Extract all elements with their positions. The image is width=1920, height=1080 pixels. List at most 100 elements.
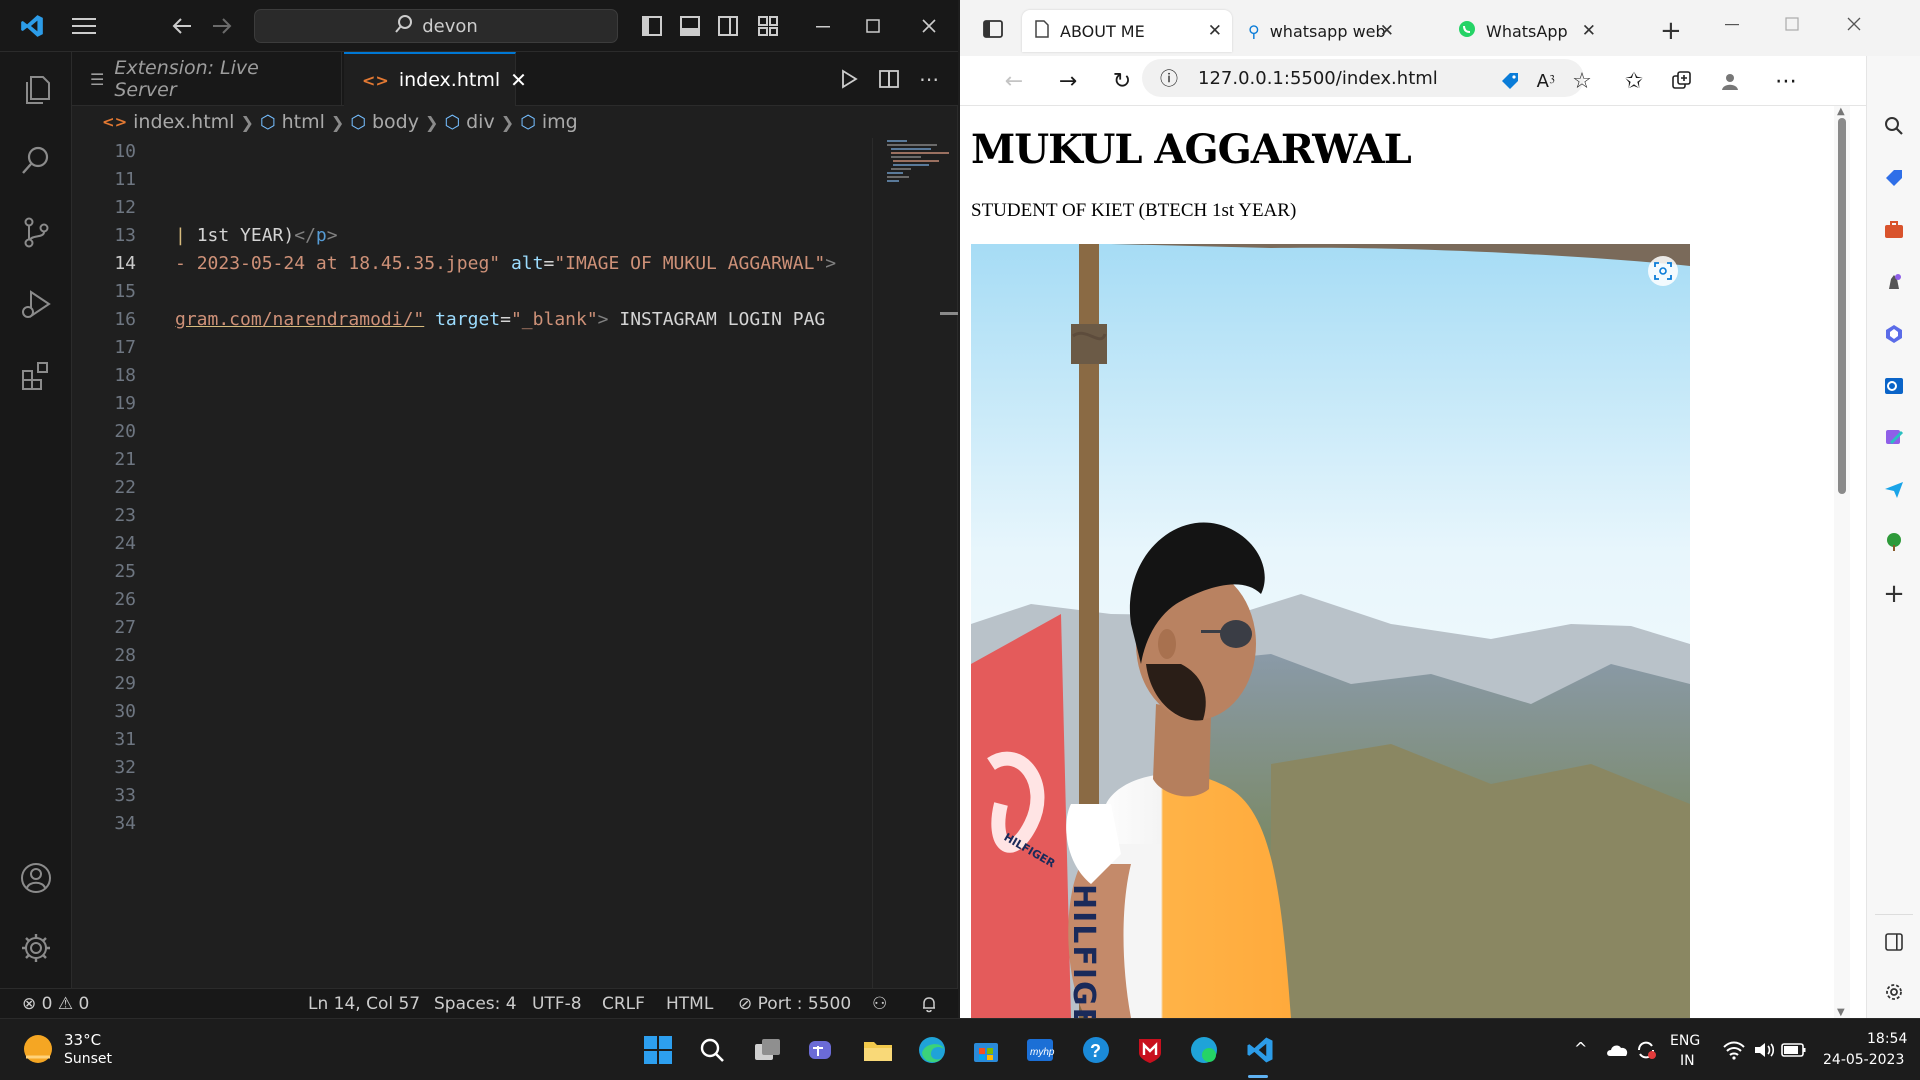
start-windows-icon[interactable] bbox=[640, 1032, 676, 1068]
teams-chat-icon[interactable] bbox=[804, 1032, 840, 1068]
visual-search-icon[interactable] bbox=[1648, 256, 1678, 286]
minimize-icon[interactable] bbox=[800, 0, 846, 52]
weather-sun-icon[interactable] bbox=[20, 1031, 60, 1071]
accounts-icon[interactable] bbox=[12, 854, 60, 902]
tab-actions-icon[interactable] bbox=[982, 18, 1006, 42]
tab-close-icon[interactable]: ✕ bbox=[510, 68, 527, 92]
tab-close-icon[interactable]: ✕ bbox=[1208, 21, 1222, 41]
task-view-icon[interactable] bbox=[750, 1032, 786, 1068]
whatsapp-edge-app-icon[interactable] bbox=[1186, 1032, 1222, 1068]
scroll-down-arrow-icon[interactable]: ▼ bbox=[1837, 1007, 1845, 1018]
region-indicator[interactable]: IN bbox=[1680, 1053, 1695, 1069]
explorer-icon[interactable] bbox=[12, 66, 60, 114]
edge-browser-icon[interactable] bbox=[914, 1032, 950, 1068]
notifications-bell-icon[interactable] bbox=[920, 989, 938, 1019]
refresh-icon[interactable]: ↻ bbox=[1102, 56, 1142, 106]
forward-arrow-icon[interactable] bbox=[206, 0, 238, 52]
read-aloud-icon[interactable]: A⁳ bbox=[1526, 56, 1566, 106]
language-indicator[interactable]: ENG bbox=[1670, 1033, 1700, 1049]
settings-gear-icon[interactable] bbox=[12, 924, 60, 972]
toggle-panel-icon[interactable] bbox=[676, 0, 704, 52]
close-icon[interactable] bbox=[1846, 16, 1870, 36]
designer-icon[interactable] bbox=[1880, 424, 1908, 452]
tab-close-icon[interactable]: ✕ bbox=[1380, 21, 1394, 41]
encoding[interactable]: UTF-8 bbox=[532, 989, 582, 1019]
sync-icon[interactable] bbox=[1628, 1032, 1664, 1068]
collections-icon[interactable] bbox=[1662, 56, 1702, 106]
help-icon[interactable]: ? bbox=[1078, 1032, 1114, 1068]
send-icon[interactable] bbox=[1880, 476, 1908, 504]
tab-whatsapp[interactable]: WhatsApp ✕ bbox=[1446, 10, 1606, 52]
tab-about-me[interactable]: ABOUT ME ✕ bbox=[1022, 10, 1232, 52]
coupon-tag-icon[interactable] bbox=[1490, 56, 1530, 106]
tools-briefcase-icon[interactable] bbox=[1880, 216, 1908, 244]
minimap[interactable] bbox=[872, 138, 958, 988]
source-control-icon[interactable] bbox=[12, 208, 60, 256]
breadcrumb-item[interactable]: index.html bbox=[133, 111, 234, 133]
problems-indicator[interactable]: ⊗ 0 ⚠ 0 bbox=[22, 989, 89, 1019]
weather-temp[interactable]: 33°C bbox=[64, 1031, 101, 1049]
myhp-icon[interactable]: myhp bbox=[1022, 1032, 1058, 1068]
indentation[interactable]: Spaces: 4 bbox=[434, 989, 517, 1019]
tab-index-html[interactable]: <> index.html ✕ bbox=[344, 52, 527, 106]
shopping-tag-icon[interactable] bbox=[1880, 164, 1908, 192]
breadcrumb-item[interactable]: html bbox=[282, 111, 325, 133]
minimize-icon[interactable] bbox=[1724, 16, 1748, 36]
vscode-taskbar-icon[interactable] bbox=[1242, 1032, 1278, 1068]
scrollbar-thumb[interactable] bbox=[1838, 118, 1846, 494]
file-explorer-icon[interactable] bbox=[860, 1032, 896, 1068]
extensions-icon[interactable] bbox=[12, 352, 60, 400]
sidebar-settings-gear-icon[interactable] bbox=[1880, 978, 1908, 1006]
run-debug-icon[interactable] bbox=[12, 280, 60, 328]
back-arrow-icon[interactable]: ← bbox=[994, 56, 1034, 106]
tree-icon[interactable] bbox=[1880, 528, 1908, 556]
code-editor[interactable]: 10 11 12 13 14 15 16 17 18 19 20 21 22 23 24 25 26 27 28 29… bbox=[72, 138, 958, 988]
new-tab-icon[interactable]: + bbox=[1660, 18, 1682, 44]
search-icon[interactable] bbox=[12, 136, 60, 184]
maximize-icon[interactable] bbox=[1784, 16, 1808, 36]
games-icon[interactable] bbox=[1880, 268, 1908, 296]
battery-icon[interactable] bbox=[1776, 1032, 1812, 1068]
tab-close-icon[interactable]: ✕ bbox=[1582, 21, 1596, 41]
close-icon[interactable] bbox=[906, 0, 952, 52]
profile-avatar-icon[interactable] bbox=[1710, 56, 1750, 106]
language-mode[interactable]: HTML bbox=[666, 989, 713, 1019]
forward-arrow-icon[interactable]: → bbox=[1048, 56, 1088, 106]
code-area[interactable]: | 1st YEAR)</p> - 2023-05-24 at 18.45.35… bbox=[175, 138, 869, 988]
add-favorite-icon[interactable]: ☆ bbox=[1562, 56, 1602, 106]
mcafee-icon[interactable] bbox=[1132, 1032, 1168, 1068]
hide-sidebar-icon[interactable] bbox=[1880, 928, 1908, 956]
split-editor-icon[interactable] bbox=[874, 64, 904, 94]
info-icon[interactable]: ⓘ bbox=[1160, 65, 1178, 91]
more-actions-icon[interactable]: ⋯ bbox=[914, 64, 944, 94]
show-hidden-icons-chevron[interactable]: ^ bbox=[1574, 1039, 1587, 1058]
microsoft-store-icon[interactable] bbox=[968, 1032, 1004, 1068]
back-arrow-icon[interactable] bbox=[166, 0, 198, 52]
menu-icon[interactable] bbox=[64, 0, 104, 52]
clock-date[interactable]: 24-05-2023 bbox=[1823, 1052, 1904, 1068]
breadcrumb-item[interactable]: div bbox=[466, 111, 495, 133]
outlook-icon[interactable] bbox=[1880, 372, 1908, 400]
search-icon[interactable] bbox=[1880, 112, 1908, 140]
customize-layout-icon[interactable] bbox=[754, 0, 782, 52]
line-ending[interactable]: CRLF bbox=[602, 989, 645, 1019]
settings-more-icon[interactable]: ⋯ bbox=[1766, 56, 1806, 106]
accounts-status-icon[interactable]: ⚇ bbox=[872, 989, 887, 1019]
run-icon[interactable] bbox=[834, 64, 864, 94]
command-center[interactable]: devon bbox=[254, 9, 618, 43]
url-text[interactable]: 127.0.0.1:5500/index.html bbox=[1198, 68, 1438, 89]
scroll-up-arrow-icon[interactable]: ▲ bbox=[1837, 106, 1845, 117]
add-sidebar-app-icon[interactable]: + bbox=[1880, 579, 1908, 609]
favorites-icon[interactable]: ✩ bbox=[1614, 56, 1654, 106]
clock-time[interactable]: 18:54 bbox=[1867, 1031, 1907, 1047]
tab-whatsapp-search[interactable]: ⚲ whatsapp web - Sea ✕ bbox=[1236, 10, 1404, 52]
live-server-port[interactable]: ⊘ Port : 5500 bbox=[738, 989, 851, 1019]
weather-desc[interactable]: Sunset bbox=[64, 1051, 112, 1067]
toggle-sidebar-icon[interactable] bbox=[638, 0, 666, 52]
cursor-position[interactable]: Ln 14, Col 57 bbox=[308, 989, 420, 1019]
tab-live-server[interactable]: ☰ Extension: Live Server bbox=[72, 52, 342, 106]
page-scrollbar[interactable]: ▲ ▼ bbox=[1834, 106, 1850, 1018]
microsoft-365-icon[interactable] bbox=[1880, 320, 1908, 348]
toggle-secondary-sidebar-icon[interactable] bbox=[714, 0, 742, 52]
breadcrumb-item[interactable]: img bbox=[542, 111, 578, 133]
